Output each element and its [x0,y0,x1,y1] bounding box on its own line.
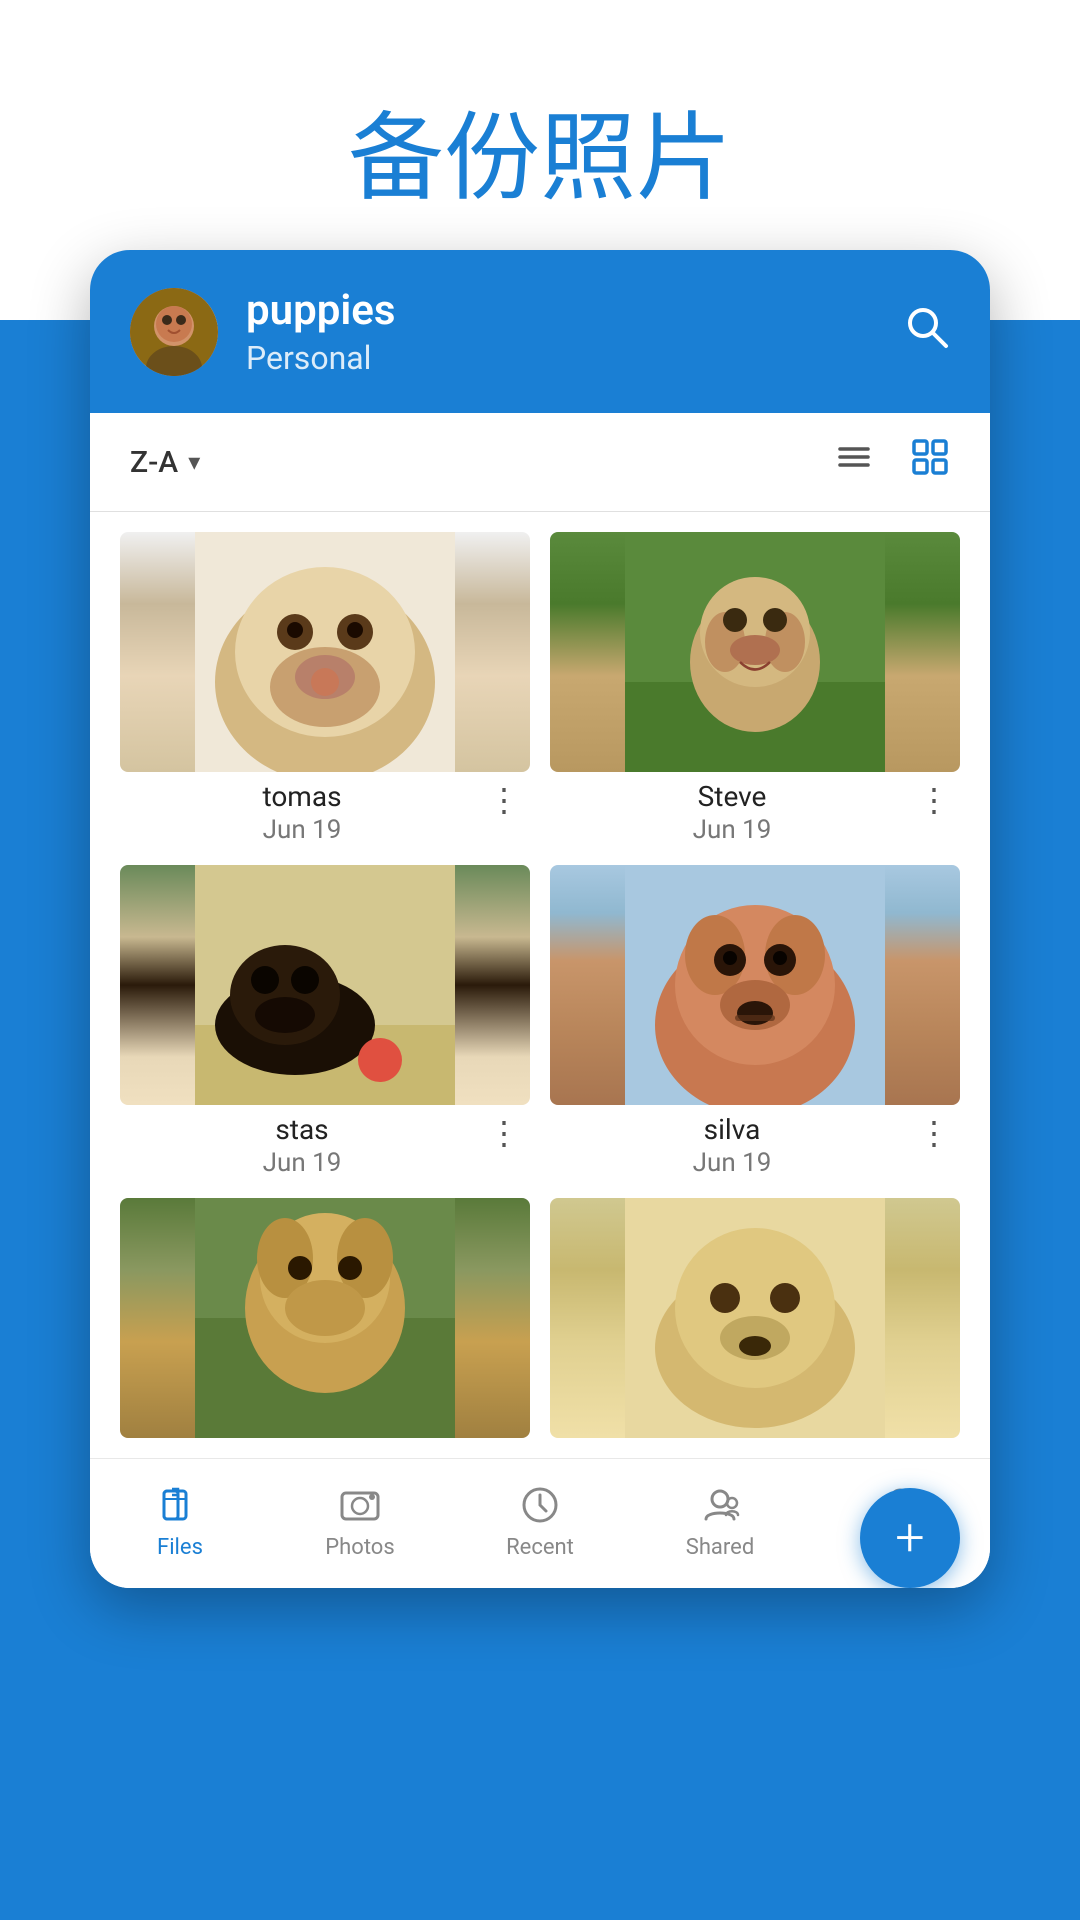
add-icon: + [895,1512,924,1564]
phone-card: puppies Personal Z-A ▾ [90,250,990,1588]
file-item-stas: stas Jun 19 ⋮ [120,865,530,1178]
more-menu-steve[interactable]: ⋮ [910,780,956,820]
nav-label-files: Files [157,1535,203,1560]
file-date-steve: Jun 19 [693,815,772,845]
chevron-down-icon: ▾ [188,448,200,476]
list-view-button[interactable] [834,437,874,487]
file-name-silva: silva [704,1113,761,1146]
nav-label-shared: Shared [686,1535,754,1560]
header-account-type: Personal [246,339,874,377]
nav-label-photos: Photos [325,1535,394,1560]
sort-label: Z-A [130,445,178,480]
file-thumbnail-tomas[interactable] [120,532,530,772]
file-date-stas: Jun 19 [263,1148,342,1178]
file-item-tomas: tomas Jun 19 ⋮ [120,532,530,845]
dog-image-5 [120,1198,530,1438]
file-meta-silva: silva Jun 19 [554,1113,910,1178]
file-thumbnail-6[interactable] [550,1198,960,1438]
toolbar-icons [834,437,950,487]
dog-image-stas [120,865,530,1105]
file-info-tomas: tomas Jun 19 ⋮ [120,772,530,845]
avatar [130,288,218,376]
avatar-image [130,288,218,376]
more-menu-stas[interactable]: ⋮ [480,1113,526,1153]
dog-image-silva [550,865,960,1105]
add-button[interactable]: + [860,1488,960,1588]
more-menu-silva[interactable]: ⋮ [910,1113,956,1153]
file-name-tomas: tomas [262,780,341,813]
file-meta-steve: Steve Jun 19 [554,780,910,845]
dog-image-6 [550,1198,960,1438]
search-button[interactable] [902,302,950,362]
nav-label-recent: Recent [506,1535,574,1560]
files-icon [158,1483,202,1527]
app-header: puppies Personal [90,250,990,413]
nav-item-photos[interactable]: Photos [270,1475,450,1568]
list-icon [834,437,874,477]
title-area: 备份照片 [0,0,1080,269]
recent-icon [518,1483,562,1527]
page-title: 备份照片 [0,80,1080,219]
file-thumbnail-silva[interactable] [550,865,960,1105]
avatar-svg [130,288,218,376]
file-item-silva: silva Jun 19 ⋮ [550,865,960,1178]
file-thumbnail-5[interactable] [120,1198,530,1438]
photos-icon [338,1483,382,1527]
dog-image-tomas [120,532,530,772]
search-icon [902,302,950,350]
header-username: puppies [246,286,874,335]
file-date-tomas: Jun 19 [263,815,342,845]
bottom-nav: Files Photos Recent Shared [90,1458,990,1588]
sort-button[interactable]: Z-A ▾ [130,445,200,480]
toolbar: Z-A ▾ [90,413,990,512]
nav-item-shared[interactable]: Shared [630,1475,810,1568]
grid-icon [910,437,950,477]
file-meta-tomas: tomas Jun 19 [124,780,480,845]
file-item-steve: Steve Jun 19 ⋮ [550,532,960,845]
grid-view-button[interactable] [910,437,950,487]
more-menu-tomas[interactable]: ⋮ [480,780,526,820]
nav-item-files[interactable]: Files [90,1475,270,1568]
file-meta-stas: stas Jun 19 [124,1113,480,1178]
file-item-6 [550,1198,960,1438]
header-text: puppies Personal [246,286,874,377]
file-thumbnail-stas[interactable] [120,865,530,1105]
nav-item-recent[interactable]: Recent [450,1475,630,1568]
shared-icon [698,1483,742,1527]
file-item-5 [120,1198,530,1438]
file-name-steve: Steve [698,780,767,813]
file-name-stas: stas [275,1113,328,1146]
file-thumbnail-steve[interactable] [550,532,960,772]
file-info-stas: stas Jun 19 ⋮ [120,1105,530,1178]
file-info-steve: Steve Jun 19 ⋮ [550,772,960,845]
files-grid: tomas Jun 19 ⋮ [90,512,990,1458]
file-info-silva: silva Jun 19 ⋮ [550,1105,960,1178]
file-date-silva: Jun 19 [693,1148,772,1178]
dog-image-steve [550,532,960,772]
